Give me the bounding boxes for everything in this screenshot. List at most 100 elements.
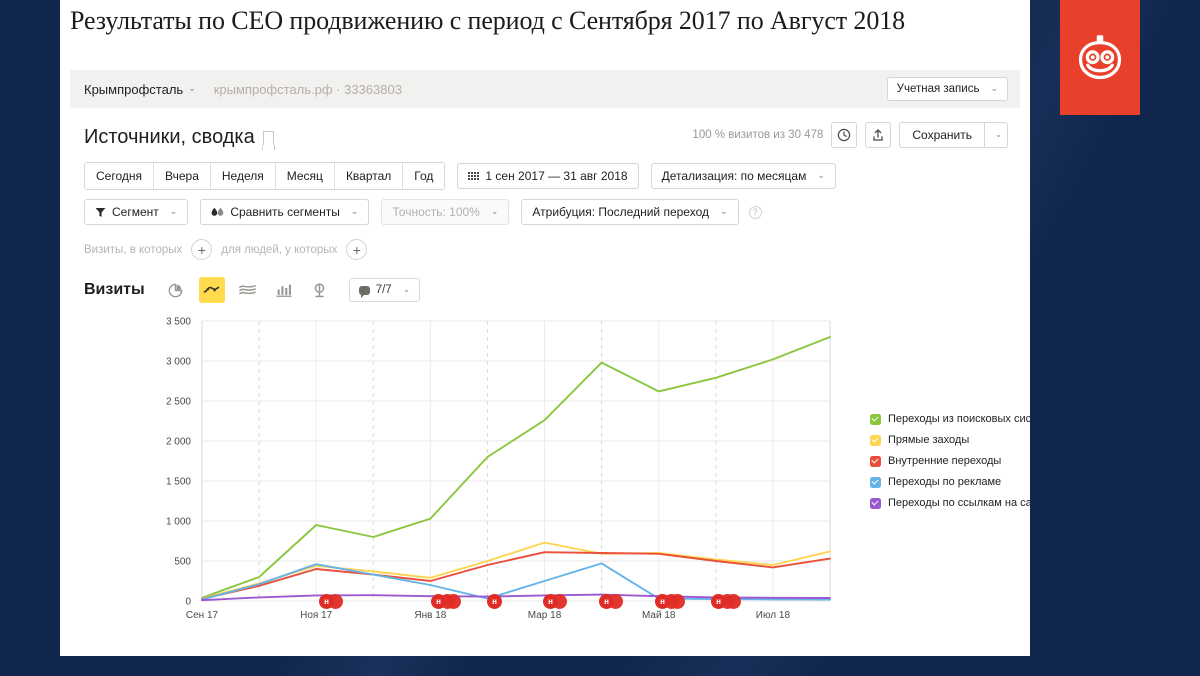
annotation-disc: н bbox=[599, 594, 614, 609]
x-axis-tick: Июл 18 bbox=[756, 610, 791, 621]
legend-item-4[interactable]: Переходы по ссылкам на сайтах bbox=[870, 497, 1030, 509]
clock-icon bbox=[837, 128, 851, 142]
legend-label: Переходы по ссылкам на сайтах bbox=[888, 497, 1030, 509]
x-axis-tick: Мар 18 bbox=[528, 610, 562, 621]
chevron-down-icon: ⌄ bbox=[995, 129, 1003, 140]
legend-label: Внутренние переходы bbox=[888, 455, 1001, 467]
annotation-disc: н bbox=[431, 594, 446, 609]
chevron-down-icon: ⌄ bbox=[720, 206, 728, 217]
report-title: Источники, сводка bbox=[84, 126, 255, 149]
chevron-down-icon: ⌄ bbox=[990, 83, 998, 94]
add-visit-condition-button[interactable]: + bbox=[191, 239, 212, 260]
annotation-marker-5[interactable]: н bbox=[655, 594, 670, 609]
legend-item-1[interactable]: Прямые заходы bbox=[870, 434, 1030, 446]
report-actions: 100 % визитов из 30 478 Сохранить bbox=[692, 122, 1008, 148]
account-label: Учетная запись bbox=[897, 83, 980, 95]
period-3[interactable]: Месяц bbox=[276, 163, 335, 189]
site-selector[interactable]: Крымпрофсталь bbox=[84, 82, 183, 97]
legend-label: Прямые заходы bbox=[888, 434, 969, 446]
bookmark-icon[interactable] bbox=[263, 131, 274, 145]
legend-item-0[interactable]: Переходы из поисковых систем bbox=[870, 413, 1030, 425]
history-button[interactable] bbox=[831, 122, 857, 148]
date-range-button[interactable]: 1 сен 2017 — 31 авг 2018 bbox=[457, 163, 638, 189]
annotation-marker-6[interactable]: н bbox=[711, 594, 726, 609]
annotation-marker-1[interactable]: н bbox=[431, 594, 446, 609]
bar-chart-button[interactable] bbox=[271, 277, 297, 303]
legend-checkbox[interactable] bbox=[870, 477, 881, 488]
x-axis-tick: Янв 18 bbox=[414, 610, 446, 621]
legend-checkbox[interactable] bbox=[870, 456, 881, 467]
x-axis-tick: Ноя 17 bbox=[300, 610, 333, 621]
accuracy-button[interactable]: Точность: 100% ⌄ bbox=[381, 199, 509, 225]
visits-share-label: 100 % визитов из 30 478 bbox=[692, 129, 823, 141]
annotation-marker-0[interactable]: н bbox=[319, 594, 334, 609]
y-axis-tick: 2 000 bbox=[166, 437, 191, 448]
segment-label: Сегмент bbox=[112, 205, 159, 219]
attribution-button[interactable]: Атрибуция: Последний переход ⌄ bbox=[521, 199, 738, 225]
period-5[interactable]: Год bbox=[403, 163, 444, 189]
period-1[interactable]: Вчера bbox=[154, 163, 211, 189]
annotation-marker-3[interactable]: н bbox=[543, 594, 558, 609]
page-title: Результаты по СЕО продвижению с период с… bbox=[70, 6, 1020, 36]
annotation-disc: н bbox=[655, 594, 670, 609]
save-button[interactable]: Сохранить bbox=[899, 122, 984, 148]
legend-item-2[interactable]: Внутренние переходы bbox=[870, 455, 1030, 467]
metric-name-label: Визиты bbox=[84, 281, 145, 299]
detail-level-label: Детализация: по месяцам bbox=[662, 169, 807, 183]
pie-chart-button[interactable] bbox=[163, 277, 189, 303]
annotation-disc: н bbox=[711, 594, 726, 609]
legend-checkbox[interactable] bbox=[870, 414, 881, 425]
map-pin-icon bbox=[312, 283, 327, 298]
period-2[interactable]: Неделя bbox=[211, 163, 276, 189]
save-button-group: Сохранить ⌄ bbox=[899, 122, 1008, 148]
robot-face-icon bbox=[1074, 32, 1126, 84]
account-button[interactable]: Учетная запись ⌄ bbox=[887, 77, 1008, 101]
annotation-disc: н bbox=[487, 594, 502, 609]
y-axis-tick: 1 500 bbox=[166, 477, 191, 488]
y-axis-tick: 3 000 bbox=[166, 357, 191, 368]
y-axis-tick: 1 000 bbox=[166, 517, 191, 528]
attribution-label: Атрибуция: Последний переход bbox=[532, 205, 709, 219]
detail-level-button[interactable]: Детализация: по месяцам ⌄ bbox=[651, 163, 836, 189]
chart-legend: Переходы из поисковых систем Прямые заход… bbox=[870, 413, 1030, 518]
comments-button[interactable]: 7/7 ⌄ bbox=[349, 278, 421, 302]
add-people-condition-button[interactable]: + bbox=[346, 239, 367, 260]
segment-button[interactable]: Сегмент ⌄ bbox=[84, 199, 188, 225]
chevron-down-icon: ⌄ bbox=[170, 206, 178, 217]
save-dropdown-button[interactable]: ⌄ bbox=[984, 122, 1008, 148]
period-4[interactable]: Квартал bbox=[335, 163, 403, 189]
period-toolbar: СегодняВчераНеделяМесяцКварталГод 1 сен … bbox=[70, 154, 1020, 190]
pie-chart-icon bbox=[168, 283, 183, 298]
visits-condition-label: Визиты, в которых bbox=[84, 244, 182, 256]
annotation-marker-2[interactable]: н bbox=[487, 594, 502, 609]
site-domain-label: крымпрофсталь.рф · 33363803 bbox=[214, 82, 402, 97]
report-header: Источники, сводка 100 % визитов из 30 47… bbox=[70, 108, 1020, 154]
export-button[interactable] bbox=[865, 122, 891, 148]
question-icon[interactable]: ? bbox=[749, 206, 762, 219]
y-axis-tick: 2 500 bbox=[166, 397, 191, 408]
map-pin-button[interactable] bbox=[307, 277, 333, 303]
legend-checkbox[interactable] bbox=[870, 498, 881, 509]
legend-label: Переходы из поисковых систем bbox=[888, 413, 1030, 425]
app-topbar: Крымпрофсталь ⌄ крымпрофсталь.рф · 33363… bbox=[70, 70, 1020, 108]
chevron-down-icon: ⌄ bbox=[817, 170, 825, 181]
chevron-down-icon: ⌄ bbox=[491, 206, 499, 217]
chevron-down-icon: ⌄ bbox=[188, 83, 196, 94]
stacked-area-icon bbox=[239, 283, 256, 297]
slide-panel: Результаты по СЕО продвижению с период с… bbox=[60, 0, 1030, 656]
period-0[interactable]: Сегодня bbox=[85, 163, 154, 189]
compare-segments-label: Сравнить сегменты bbox=[230, 205, 340, 219]
attribute-filter-row: Визиты, в которых + для людей, у которых… bbox=[70, 225, 1020, 260]
comment-bubble-icon bbox=[359, 286, 370, 295]
annotation-marker-4[interactable]: н bbox=[599, 594, 614, 609]
period-segmented-control: СегодняВчераНеделяМесяцКварталГод bbox=[84, 162, 445, 190]
people-condition-label: для людей, у которых bbox=[221, 244, 337, 256]
share-upload-icon bbox=[871, 128, 885, 142]
compare-segments-button[interactable]: Сравнить сегменты ⌄ bbox=[200, 199, 369, 225]
stacked-area-button[interactable] bbox=[235, 277, 261, 303]
line-chart-button[interactable] bbox=[199, 277, 225, 303]
comments-count-label: 7/7 bbox=[376, 284, 392, 296]
legend-checkbox[interactable] bbox=[870, 435, 881, 446]
chevron-down-icon: ⌄ bbox=[351, 206, 359, 217]
legend-item-3[interactable]: Переходы по рекламе bbox=[870, 476, 1030, 488]
